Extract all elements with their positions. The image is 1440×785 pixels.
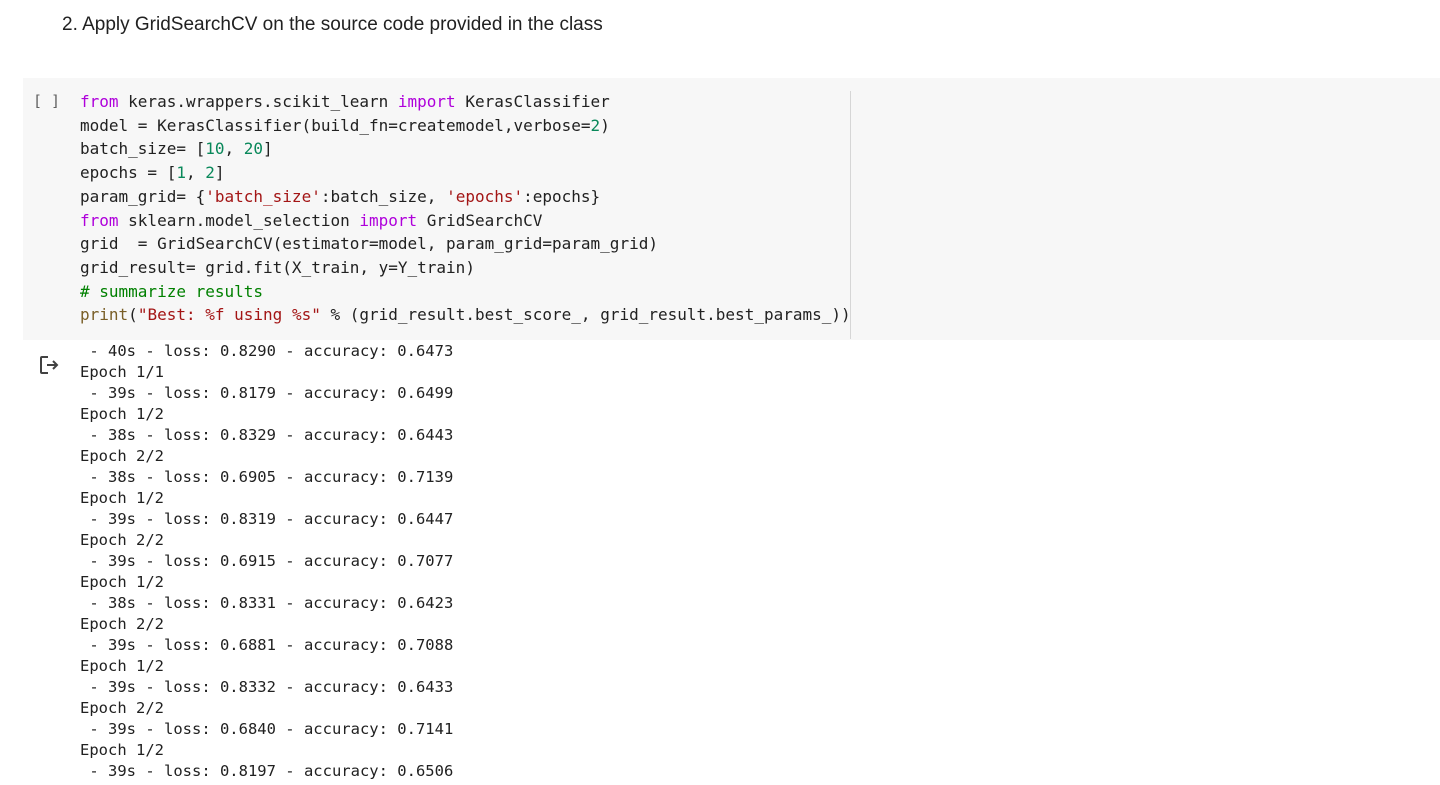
number-literal: 2 bbox=[205, 163, 215, 183]
keyword: from bbox=[80, 210, 119, 230]
keyword: from bbox=[80, 92, 119, 111]
output-redirect-icon[interactable] bbox=[38, 354, 60, 376]
output-line: Epoch 2/2 bbox=[80, 531, 164, 549]
output-line: Epoch 2/2 bbox=[80, 447, 164, 465]
code-line: grid = GridSearchCV(estimator=model, par… bbox=[80, 232, 658, 256]
code-line: param_grid= {'batch_size':batch_size, 'e… bbox=[80, 185, 600, 209]
comment: # summarize results bbox=[80, 281, 264, 301]
output-line: Epoch 1/2 bbox=[80, 657, 164, 675]
output-line: - 38s - loss: 0.8329 - accuracy: 0.6443 bbox=[80, 426, 454, 444]
output-line: - 38s - loss: 0.8331 - accuracy: 0.6423 bbox=[80, 594, 454, 612]
section-heading: 2. Apply GridSearchCV on the source code… bbox=[62, 14, 603, 35]
code-ruler bbox=[850, 91, 851, 339]
keyword: import bbox=[359, 210, 418, 230]
code-text: epochs = [ bbox=[80, 163, 177, 183]
code-text: , bbox=[185, 163, 206, 183]
code-text: sklearn.model_selection bbox=[118, 210, 360, 230]
code-line: # summarize results bbox=[80, 280, 263, 304]
keyword: import bbox=[397, 92, 456, 111]
output-line: Epoch 2/2 bbox=[80, 615, 164, 633]
code-text: grid = GridSearchCV(estimator=model, par… bbox=[80, 234, 658, 254]
output-line: - 39s - loss: 0.8197 - accuracy: 0.6506 bbox=[80, 762, 454, 780]
code-text: :epochs} bbox=[523, 186, 601, 206]
output-line: - 39s - loss: 0.6915 - accuracy: 0.7077 bbox=[80, 552, 454, 570]
output-line: - 38s - loss: 0.6905 - accuracy: 0.7139 bbox=[80, 468, 454, 486]
code-text: ) bbox=[600, 115, 610, 135]
output-line: Epoch 1/2 bbox=[80, 741, 164, 759]
number-literal: 1 bbox=[176, 163, 186, 183]
code-line: from keras.wrappers.scikit_learn import … bbox=[80, 90, 610, 114]
string-literal: "Best: %f using %s" bbox=[137, 305, 321, 325]
output-line: - 39s - loss: 0.8332 - accuracy: 0.6433 bbox=[80, 678, 454, 696]
number-literal: 10 bbox=[205, 139, 225, 159]
number-literal: 2 bbox=[590, 115, 601, 135]
output-line: Epoch 1/2 bbox=[80, 573, 164, 591]
code-text: KerasClassifier bbox=[455, 92, 610, 111]
code-line: from sklearn.model_selection import Grid… bbox=[80, 209, 542, 233]
code-text: model = KerasClassifier(build_fn=createm… bbox=[80, 115, 591, 135]
code-line: model = KerasClassifier(build_fn=createm… bbox=[80, 114, 610, 138]
code-text: grid_result= grid.fit(X_train, y=Y_train… bbox=[80, 257, 475, 277]
output-line: - 39s - loss: 0.8179 - accuracy: 0.6499 bbox=[80, 384, 454, 402]
code-text: GridSearchCV bbox=[417, 210, 543, 230]
code-line: batch_size= [10, 20] bbox=[80, 137, 273, 161]
code-text: , bbox=[224, 139, 244, 159]
output-line: Epoch 1/2 bbox=[80, 489, 164, 507]
code-text: ( bbox=[128, 305, 138, 325]
output-line: Epoch 1/1 bbox=[80, 363, 164, 381]
code-line: print("Best: %f using %s" % (grid_result… bbox=[80, 303, 851, 327]
code-text: param_grid= { bbox=[80, 186, 206, 206]
string-literal: 'epochs' bbox=[446, 186, 524, 206]
code-text: keras.wrappers.scikit_learn bbox=[118, 92, 398, 111]
output-line: - 40s - loss: 0.8290 - accuracy: 0.6473 bbox=[80, 342, 454, 360]
string-literal: 'batch_size' bbox=[205, 186, 321, 206]
output-line: - 39s - loss: 0.8319 - accuracy: 0.6447 bbox=[80, 510, 454, 528]
output-line: - 39s - loss: 0.6881 - accuracy: 0.7088 bbox=[80, 636, 454, 654]
cell-output: - 40s - loss: 0.8290 - accuracy: 0.6473 … bbox=[80, 341, 880, 785]
builtin-function: print bbox=[80, 305, 129, 325]
code-line: epochs = [1, 2] bbox=[80, 161, 225, 185]
code-text: batch_size= [ bbox=[80, 139, 206, 159]
code-text: ] bbox=[263, 139, 273, 159]
code-text: % (grid_result.best_score_, grid_result.… bbox=[320, 305, 851, 325]
output-line: Epoch 1/2 bbox=[80, 405, 164, 423]
code-text: :batch_size, bbox=[320, 186, 447, 206]
run-cell-button[interactable]: [ ] bbox=[33, 92, 60, 110]
code-text: ] bbox=[214, 163, 225, 183]
output-line: - 39s - loss: 0.6840 - accuracy: 0.7141 bbox=[80, 720, 454, 738]
output-line: Epoch 2/2 bbox=[80, 699, 164, 717]
number-literal: 20 bbox=[243, 139, 264, 159]
code-line: grid_result= grid.fit(X_train, y=Y_train… bbox=[80, 256, 475, 280]
code-editor[interactable]: from keras.wrappers.scikit_learn import … bbox=[80, 90, 851, 338]
